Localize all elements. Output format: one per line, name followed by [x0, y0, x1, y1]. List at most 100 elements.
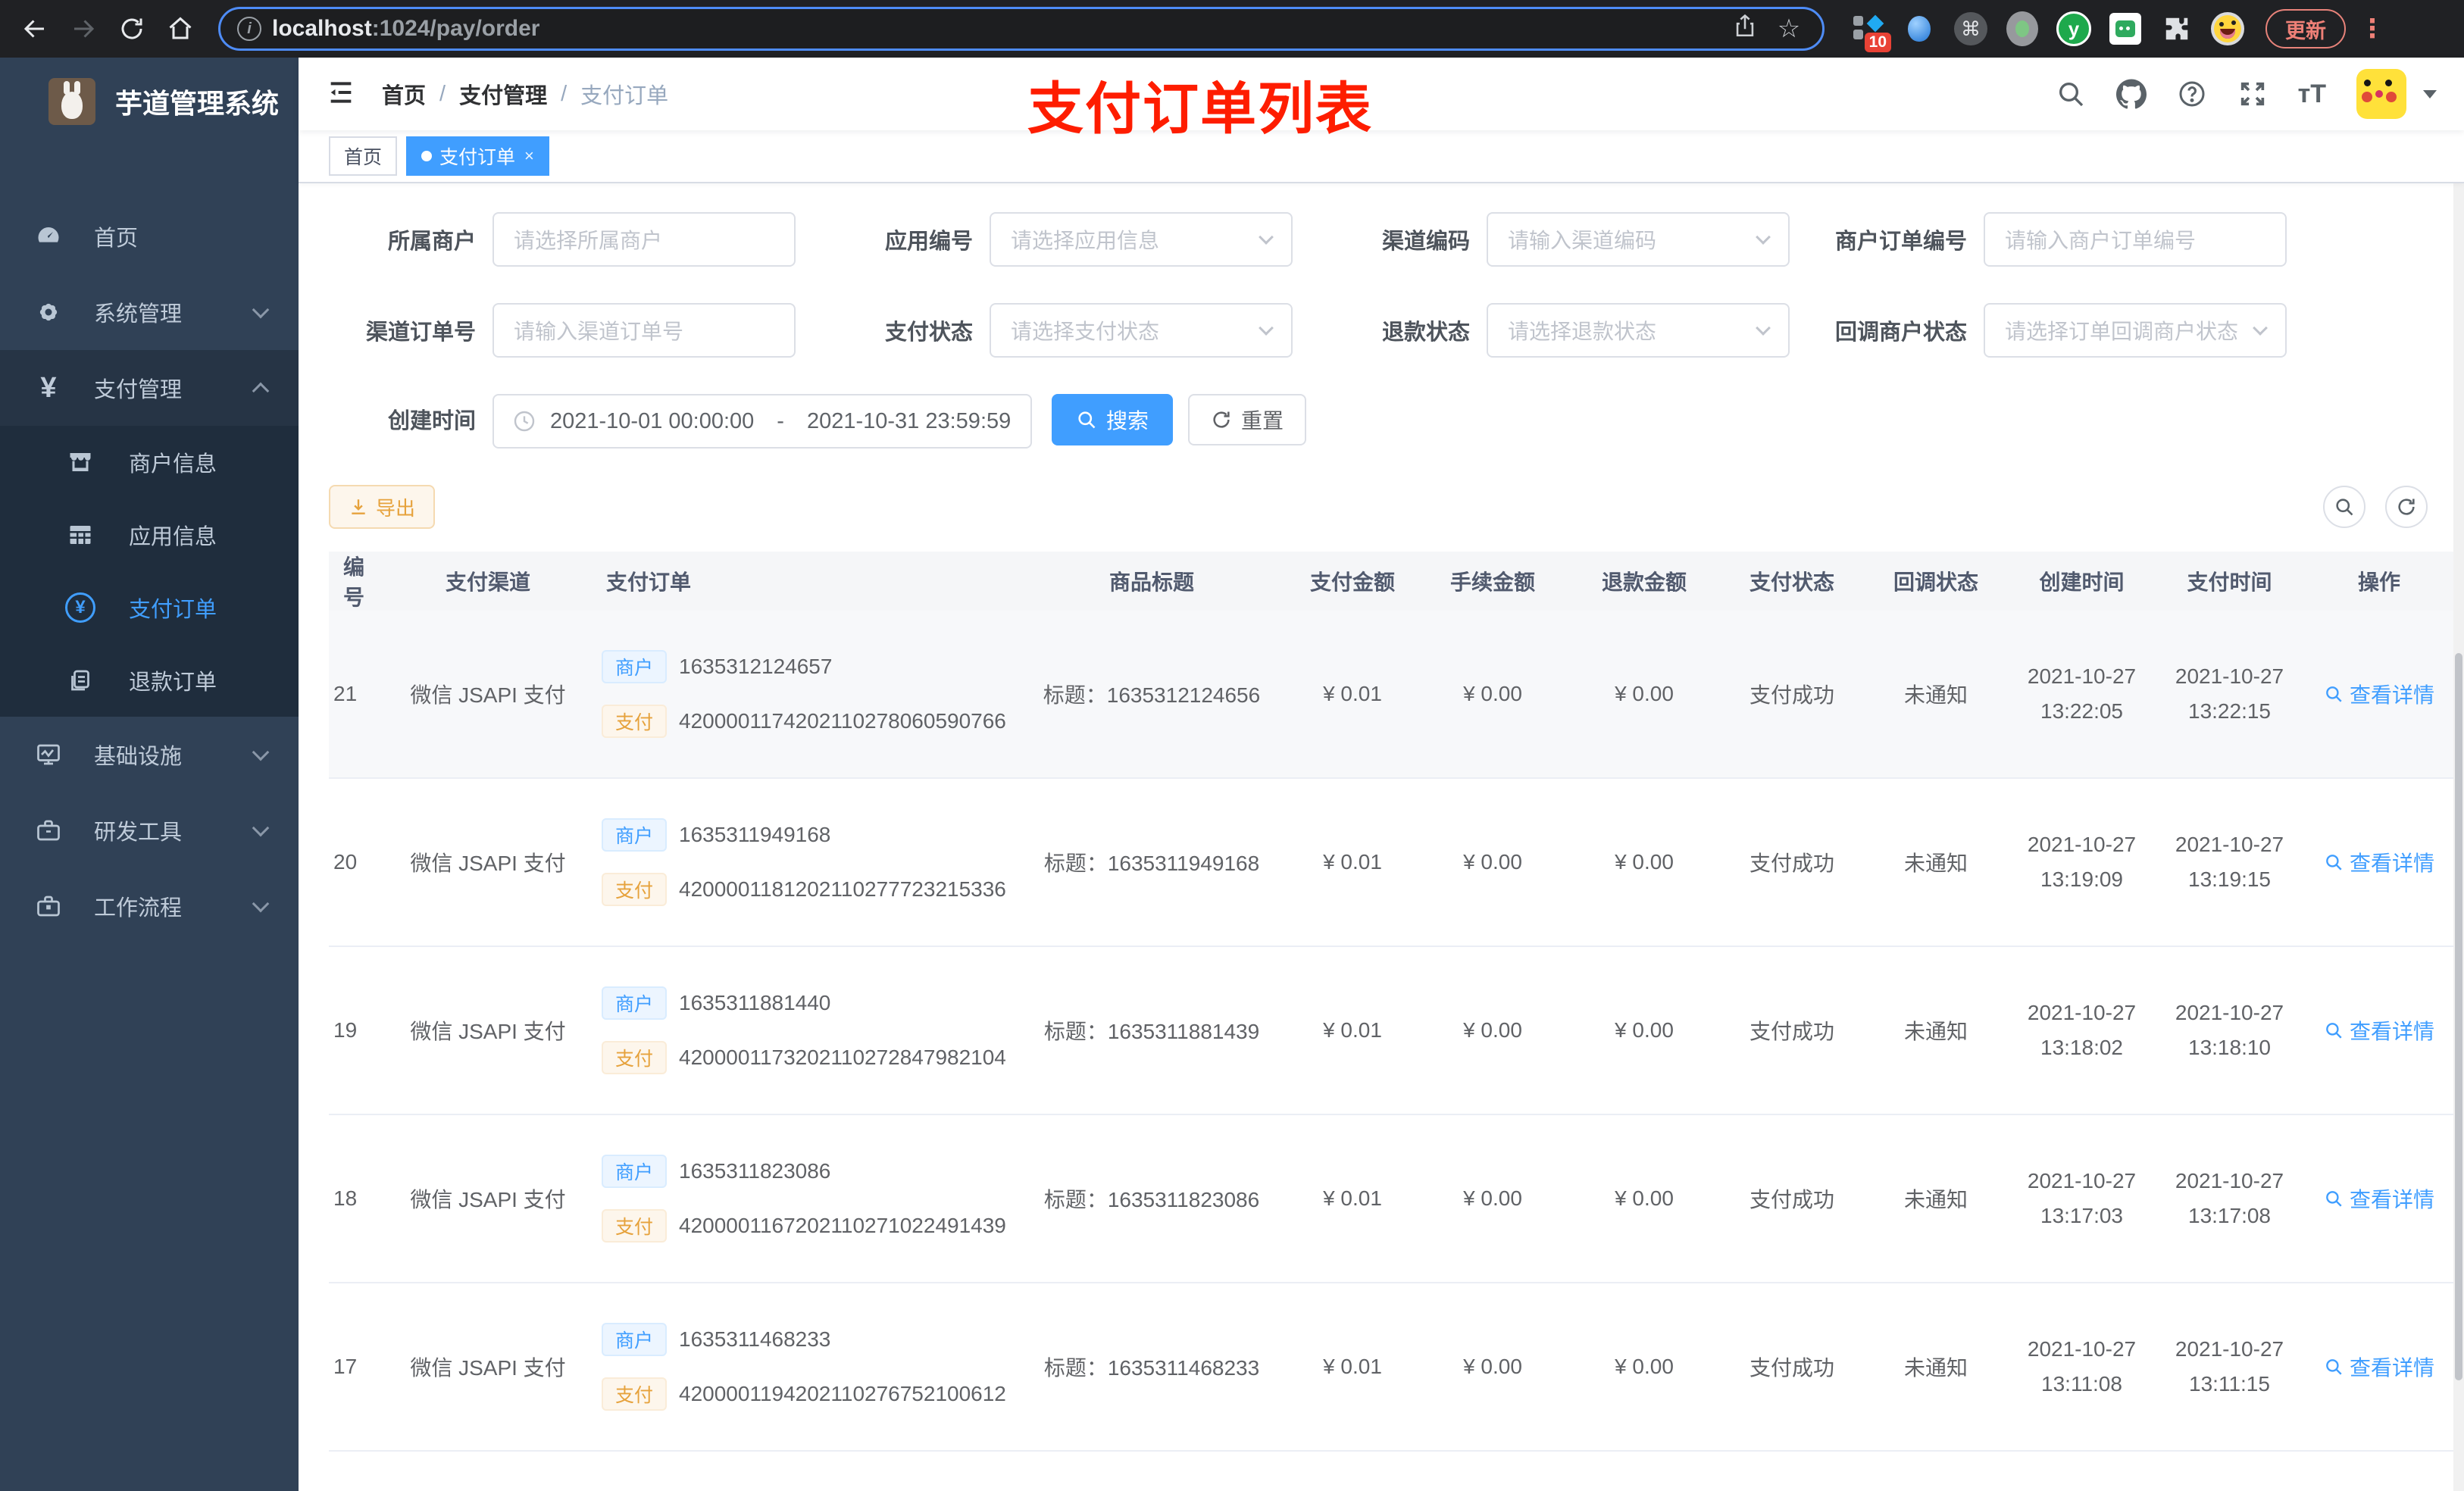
refund-amount-cell: ¥ 0.00: [1615, 850, 1674, 874]
github-icon[interactable]: [2115, 79, 2147, 109]
view-detail-link[interactable]: 查看详情: [2324, 679, 2434, 709]
tag-home[interactable]: 首页: [329, 136, 398, 176]
browser-reload-button[interactable]: [111, 8, 153, 50]
bookmark-star-icon[interactable]: ☆: [1772, 14, 1806, 44]
extensions-puzzle-icon[interactable]: [2159, 11, 2194, 46]
extension-command-icon[interactable]: ⌘: [1953, 11, 1988, 46]
site-info-icon[interactable]: i: [237, 17, 261, 41]
sidebar-item-merchant-info[interactable]: 商户信息: [0, 426, 299, 499]
logo-image: [48, 78, 95, 125]
sidebar-item-system[interactable]: 系统管理: [0, 274, 299, 350]
sidebar-item-label: 支付管理: [94, 378, 183, 402]
view-detail-link[interactable]: 查看详情: [2324, 847, 2434, 877]
merchant-input[interactable]: 请选择所属商户: [492, 212, 796, 267]
chevron-down-icon: [1756, 320, 1771, 336]
page-scrollbar[interactable]: [2453, 183, 2464, 1491]
sidebar-item-payment[interactable]: ¥ 支付管理: [0, 350, 299, 426]
channel-code-select[interactable]: 请输入渠道编码: [1487, 212, 1790, 267]
refund-status-select[interactable]: 请选择退款状态: [1487, 303, 1790, 358]
extension-balloon-icon[interactable]: [1902, 11, 1937, 46]
view-detail-link[interactable]: 查看详情: [2324, 1183, 2434, 1214]
merchant-order-no-input[interactable]: 请输入商户订单编号: [1984, 212, 2287, 267]
view-detail-link[interactable]: 查看详情: [2324, 1015, 2434, 1046]
search-icon: [2326, 855, 2342, 871]
tags-view-bar: 首页 支付订单 ×: [299, 130, 2464, 183]
browser-update-button[interactable]: 更新: [2265, 9, 2346, 48]
app-select[interactable]: 请选择应用信息: [990, 212, 1293, 267]
action-cell: 查看详情: [2303, 679, 2455, 709]
tag-pay-order[interactable]: 支付订单 ×: [406, 136, 549, 176]
store-icon: [64, 449, 97, 476]
breadcrumb: 首页 / 支付管理 / 支付订单: [382, 78, 668, 110]
profile-avatar[interactable]: [2211, 12, 2244, 45]
search-button[interactable]: 搜索: [1052, 394, 1174, 445]
pay-amount-cell: ¥ 0.01: [1323, 850, 1382, 874]
sidebar-item-pay-order[interactable]: ¥ 支付订单: [0, 571, 299, 644]
chevron-down-icon: [2253, 320, 2268, 336]
pay-status-cell: 支付成功: [1749, 1356, 1834, 1380]
close-icon[interactable]: ×: [524, 146, 534, 166]
sidebar-item-home[interactable]: 首页: [0, 198, 299, 274]
action-cell: 查看详情: [2303, 1183, 2455, 1214]
sidebar-item-app-info[interactable]: 应用信息: [0, 499, 299, 571]
payment-submenu: 商户信息 应用信息 ¥ 支付订单 退款订单: [0, 426, 299, 717]
pay-channel-cell: 微信 JSAPI 支付: [410, 1188, 566, 1211]
merchant-order-no: 1635311881440: [679, 991, 831, 1014]
pay-order-table: 编号 支付渠道 支付订单 商品标题 支付金额 手续金额 退款金额 支付状态 回调…: [329, 552, 2455, 1491]
create-time-range-picker[interactable]: 2021-10-01 00:00:00 - 2021-10-31 23:59:5…: [492, 394, 1032, 449]
pay-status-cell: 支付成功: [1749, 852, 1834, 875]
pay-amount-cell: ¥ 0.01: [1323, 1018, 1382, 1042]
breadcrumb-payment[interactable]: 支付管理: [459, 78, 547, 110]
help-icon[interactable]: [2177, 79, 2207, 109]
browser-home-button[interactable]: [159, 8, 202, 50]
scrollbar-thumb[interactable]: [2455, 653, 2462, 1380]
sidebar-item-workflow[interactable]: 工作流程: [0, 868, 299, 944]
pay-order-no: 4200001173202110272847982104: [679, 1046, 1006, 1069]
channel-order-no-input[interactable]: 请输入渠道订单号: [492, 303, 796, 358]
pay-tag: 支付: [602, 1377, 668, 1411]
fee-amount-cell: ¥ 0.00: [1463, 682, 1522, 705]
breadcrumb-home[interactable]: 首页: [382, 78, 426, 110]
chevron-down-icon: [1756, 230, 1771, 245]
column-header: 支付渠道: [445, 570, 530, 594]
date-start: 2021-10-01 00:00:00: [550, 408, 755, 433]
toggle-search-button[interactable]: [2323, 486, 2366, 528]
app-title: 芋道管理系统: [115, 88, 280, 119]
merchant-tag: 商户: [602, 1155, 668, 1188]
reset-button[interactable]: 重置: [1188, 394, 1307, 445]
avatar-caret-icon[interactable]: [2423, 89, 2437, 98]
sidebar-item-dev-tools[interactable]: 研发工具: [0, 792, 299, 868]
extension-y-icon[interactable]: y: [2056, 11, 2091, 46]
table-grid-icon: [64, 521, 97, 549]
callback-status-select[interactable]: 请选择订单回调商户状态: [1984, 303, 2287, 358]
merchant-order-no: 1635311823086: [679, 1159, 831, 1183]
pay-status-select[interactable]: 请选择支付状态: [990, 303, 1293, 358]
browser-forward-button[interactable]: [62, 8, 105, 50]
extension-grid-icon[interactable]: 10: [1850, 11, 1891, 52]
sidebar-collapse-icon[interactable]: [326, 77, 356, 111]
sidebar-item-infra[interactable]: 基础设施: [0, 717, 299, 792]
pay-order-cell: 商户 1635312124657 支付 42000011742021102780…: [602, 650, 1015, 738]
browser-back-button[interactable]: [14, 8, 56, 50]
extension-chat-icon[interactable]: [2108, 11, 2143, 46]
chevron-down-icon: [252, 301, 270, 319]
view-detail-link[interactable]: 查看详情: [2324, 1352, 2434, 1382]
refresh-icon: [2398, 499, 2415, 515]
pay-amount-cell: ¥ 0.01: [1323, 1186, 1382, 1210]
header-search-icon[interactable]: [2056, 79, 2086, 109]
browser-menu-icon[interactable]: ⋮: [2359, 14, 2385, 44]
extension-record-icon[interactable]: [2005, 11, 2040, 46]
sidebar-item-refund-order[interactable]: 退款订单: [0, 644, 299, 717]
address-bar[interactable]: i localhost:1024/pay/order ☆: [218, 7, 1825, 51]
breadcrumb-current: 支付订单: [580, 84, 669, 108]
chevron-down-icon: [1259, 230, 1274, 245]
user-avatar[interactable]: [2356, 69, 2406, 119]
export-button[interactable]: 导出: [329, 485, 436, 529]
refresh-table-button[interactable]: [2385, 486, 2428, 528]
fullscreen-icon[interactable]: [2237, 79, 2268, 109]
column-header: 操作: [2357, 570, 2400, 594]
font-size-icon[interactable]: тT: [2298, 80, 2326, 109]
share-icon[interactable]: [1728, 13, 1762, 45]
refund-amount-cell: ¥ 0.00: [1615, 1355, 1674, 1378]
sidebar-logo[interactable]: 芋道管理系统: [0, 58, 299, 145]
